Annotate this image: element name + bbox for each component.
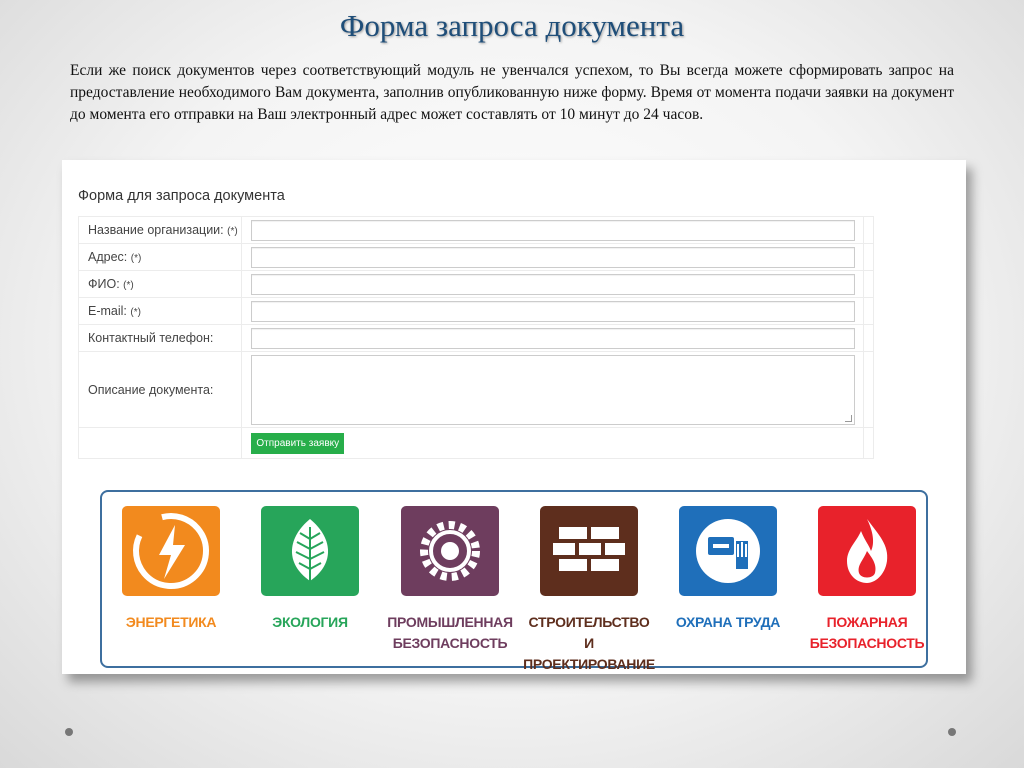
form-screenshot: Форма для запроса документа Название орг… [62, 160, 966, 674]
category-label: ПОЖАРНАЯ БЕЗОПАСНОСТЬ [809, 614, 925, 651]
form-row-description: Описание документа: [77, 351, 874, 428]
construction-tile[interactable] [540, 506, 638, 596]
description-textarea[interactable] [251, 354, 856, 425]
industrial-safety-tile[interactable] [401, 506, 499, 596]
organization-label: Название организации: [88, 223, 224, 237]
form-row-email: E-mail: (*) [77, 297, 874, 325]
gear-icon [420, 521, 480, 581]
energy-tile[interactable] [122, 506, 220, 596]
category-label: ОХРАНА ТРУДА [675, 614, 781, 630]
request-form: Название организации: (*) Адрес: (*) ФИО… [77, 216, 874, 459]
address-input[interactable] [251, 246, 856, 268]
category-fire-safety[interactable]: ПОЖАРНАЯ БЕЗОПАСНОСТЬ [797, 506, 937, 654]
email-label: E-mail: [88, 304, 127, 318]
form-row-organization: Название организации: (*) [77, 216, 874, 244]
category-label: ПРОМЫШЛЕННАЯ БЕЗОПАСНОСТЬ [387, 614, 513, 651]
lightning-bolt-icon [133, 513, 209, 589]
slide-title: Форма запроса документа [339, 8, 685, 43]
categories-banner: ЭНЕРГЕТИКА ЭКОЛОГИЯ ПРОМЫШЛЕННАЯ БЕЗОПАС… [100, 490, 928, 672]
brick-wall-icon [553, 527, 625, 571]
category-label: ЭНЕРГЕТИКА [125, 614, 217, 630]
required-mark: (*) [130, 253, 142, 264]
fullname-input[interactable] [251, 273, 856, 295]
ecology-tile[interactable] [261, 506, 359, 596]
category-ecology[interactable]: ЭКОЛОГИЯ [240, 506, 380, 633]
intro-paragraph: Если же поиск документов через соответст… [70, 62, 954, 123]
phone-label: Контактный телефон: [88, 331, 214, 345]
address-label: Адрес: [88, 250, 128, 264]
resize-grip-icon[interactable] [845, 414, 853, 422]
email-input[interactable] [251, 300, 856, 322]
category-labor-protection[interactable]: ОХРАНА ТРУДА [658, 506, 798, 633]
form-row-phone: Контактный телефон: [77, 324, 874, 352]
category-industrial-safety[interactable]: ПРОМЫШЛЕННАЯ БЕЗОПАСНОСТЬ [380, 506, 520, 654]
form-row-address: Адрес: (*) [77, 243, 874, 271]
category-energy[interactable]: ЭНЕРГЕТИКА [101, 506, 241, 633]
form-row-submit: Отправить заявку [77, 427, 874, 459]
form-row-fullname: ФИО: (*) [77, 270, 874, 298]
form-heading: Форма для запроса документа [78, 188, 285, 204]
decorative-dot [65, 728, 73, 736]
fire-safety-tile[interactable] [818, 506, 916, 596]
worker-hand-icon [696, 519, 760, 583]
flame-icon [847, 519, 888, 583]
organization-input[interactable] [251, 219, 856, 241]
category-label: ЭКОЛОГИЯ [272, 614, 348, 630]
required-mark: (*) [227, 226, 238, 237]
fullname-label: ФИО: [88, 277, 120, 291]
phone-input[interactable] [251, 327, 856, 349]
category-label: СТРОИТЕЛЬСТВО И ПРОЕКТИРОВАНИЕ [523, 614, 655, 672]
description-label: Описание документа: [88, 382, 214, 397]
category-construction[interactable]: СТРОИТЕЛЬСТВО И ПРОЕКТИРОВАНИЕ [519, 506, 659, 675]
decorative-dot [948, 728, 956, 736]
leaf-icon [291, 519, 329, 585]
submit-request-button[interactable]: Отправить заявку [251, 432, 345, 454]
required-mark: (*) [130, 307, 141, 318]
required-mark: (*) [123, 280, 134, 291]
labor-protection-tile[interactable] [679, 506, 777, 596]
